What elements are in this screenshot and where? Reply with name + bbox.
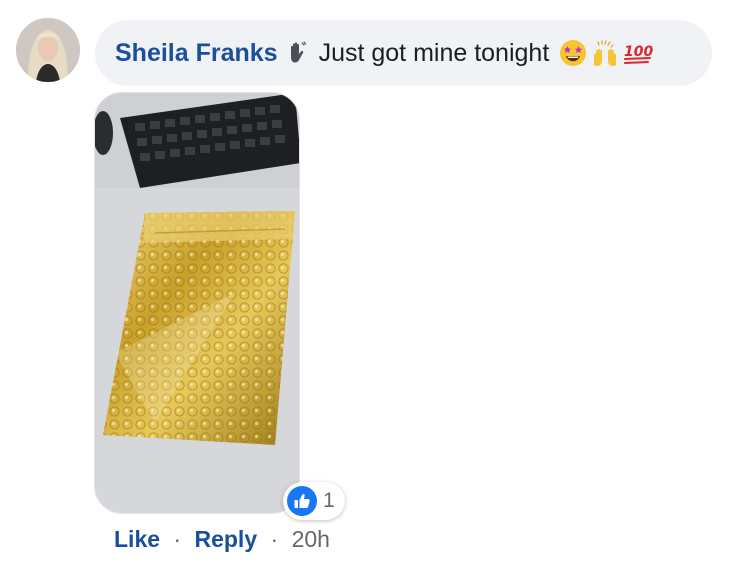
author-avatar[interactable]: [16, 18, 80, 82]
comment: Sheila Franks Just got mine tonight 100 …: [0, 0, 732, 572]
author-name[interactable]: Sheila Franks: [115, 39, 278, 68]
timestamp[interactable]: 20h: [292, 526, 330, 552]
comment-photo[interactable]: [94, 92, 300, 514]
separator: ·: [173, 526, 182, 552]
comment-text: Just got mine tonight: [318, 38, 550, 67]
reply-button[interactable]: Reply: [194, 526, 257, 552]
thumbs-up-icon: [287, 486, 317, 516]
waving-hand-icon: [285, 40, 311, 66]
comment-actions: Like · Reply · 20h: [114, 526, 330, 553]
separator: ·: [270, 526, 279, 552]
like-button[interactable]: Like: [114, 526, 160, 552]
hundred-points-icon: 100: [623, 39, 654, 67]
reaction-count: 1: [323, 489, 335, 512]
raising-hands-icon: [591, 39, 619, 67]
star-struck-icon: [559, 39, 587, 67]
comment-bubble: Sheila Franks Just got mine tonight 100: [95, 20, 712, 86]
reaction-summary[interactable]: 1: [283, 482, 345, 520]
emoji-group: 100: [555, 39, 654, 67]
